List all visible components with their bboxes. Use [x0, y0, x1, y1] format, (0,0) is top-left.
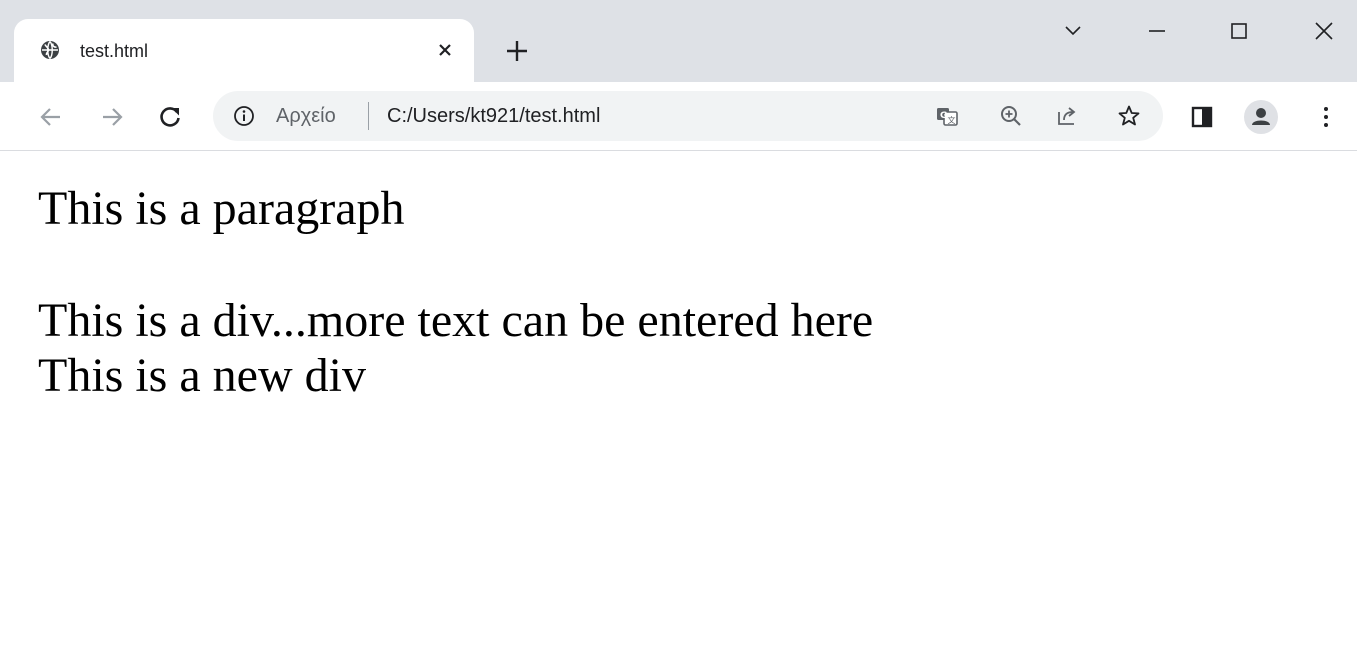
maximize-icon[interactable]: [1224, 16, 1254, 46]
side-panel-icon[interactable]: [1189, 104, 1215, 130]
tab-close-button[interactable]: [434, 39, 456, 61]
zoom-icon[interactable]: [999, 104, 1023, 128]
page-content: This is a paragraph This is a div...more…: [0, 151, 1357, 648]
globe-icon: [40, 40, 60, 60]
url-field[interactable]: C:/Users/kt921/test.html: [387, 105, 600, 127]
translate-icon[interactable]: G 文: [935, 104, 959, 128]
back-arrow-icon[interactable]: [38, 104, 64, 130]
bookmark-star-icon[interactable]: [1117, 104, 1141, 128]
tab-title: test.html: [80, 41, 149, 61]
forward-arrow-icon[interactable]: [99, 104, 125, 130]
svg-text:文: 文: [948, 115, 956, 125]
tab-active[interactable]: test.html: [14, 19, 474, 82]
reload-icon[interactable]: [157, 104, 183, 130]
close-window-icon[interactable]: [1309, 16, 1339, 46]
svg-text:G: G: [940, 111, 947, 121]
paragraph-text: This is a paragraph: [38, 182, 405, 235]
profile-avatar-icon[interactable]: [1244, 100, 1278, 134]
tab-strip: test.html: [0, 0, 1357, 82]
browser-window: test.html Αρχείο C:/Users/kt921/test.htm…: [0, 0, 1357, 648]
new-tab-button[interactable]: [502, 36, 532, 66]
kebab-menu-icon[interactable]: [1313, 104, 1339, 130]
div-text: This is a div...more text can be entered…: [38, 294, 874, 347]
omnibox-divider: [368, 102, 369, 130]
share-icon[interactable]: [1055, 104, 1079, 128]
browser-toolbar: Αρχείο C:/Users/kt921/test.html G 文: [0, 82, 1357, 151]
tab-search-icon[interactable]: [1058, 16, 1088, 46]
site-info-icon[interactable]: [233, 105, 255, 127]
omnibox[interactable]: Αρχείο C:/Users/kt921/test.html G 文: [213, 91, 1163, 141]
new-div-text: This is a new div: [38, 349, 366, 402]
scheme-label: Αρχείο: [276, 105, 336, 127]
minimize-icon[interactable]: [1142, 16, 1172, 46]
